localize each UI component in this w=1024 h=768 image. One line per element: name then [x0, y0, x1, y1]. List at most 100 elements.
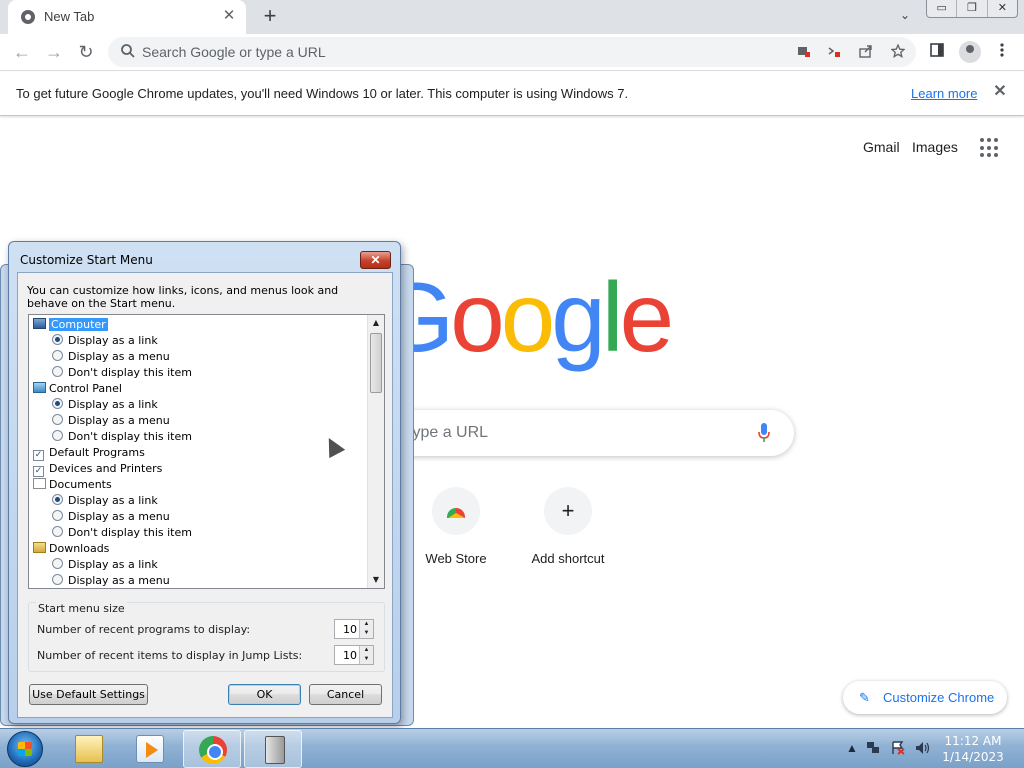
checkbox[interactable]: ✓ [33, 450, 44, 461]
side-panel-icon[interactable] [927, 42, 947, 62]
radio-button[interactable] [52, 574, 63, 585]
popup-blocked-icon[interactable] [826, 44, 842, 60]
minimize-button[interactable]: ▭ [927, 0, 956, 17]
tree-item-documents[interactable]: Documents [33, 477, 112, 493]
ntp-search-input[interactable] [408, 423, 738, 443]
radio-button[interactable] [52, 350, 63, 361]
jump-list-spinner[interactable]: ▲ ▼ [334, 645, 374, 665]
tree-checkbox-option[interactable]: ✓ Devices and Printers [33, 461, 162, 477]
start-button[interactable] [7, 731, 43, 767]
tree-radio-option[interactable]: Display as a link [52, 493, 158, 509]
menu-icon[interactable] [992, 42, 1012, 62]
tree-checkbox-option[interactable]: ✓ Default Programs [33, 445, 145, 461]
tree-item-label: Display as a link [68, 398, 158, 411]
recent-programs-input[interactable] [337, 622, 357, 636]
taskbar-explorer[interactable] [60, 730, 118, 768]
spin-down-icon[interactable]: ▼ [359, 655, 373, 664]
show-hidden-icons-icon[interactable]: ▲ [846, 741, 858, 755]
ok-button[interactable]: OK [228, 684, 301, 705]
tree-radio-option[interactable]: Don't display this item [52, 365, 192, 381]
checkbox[interactable]: ✓ [33, 466, 44, 477]
tab-new-tab[interactable]: New Tab ✕ [8, 0, 246, 34]
tree-scrollbar[interactable]: ▲ ▼ [367, 315, 384, 588]
web-store-icon [432, 487, 480, 535]
dialog-close-button[interactable]: ✕ [360, 251, 391, 269]
gmail-link[interactable]: Gmail [863, 139, 900, 155]
spin-up-icon[interactable]: ▲ [359, 620, 373, 629]
system-clock[interactable]: 11:12 AM 1/14/2023 [936, 733, 1010, 765]
radio-button[interactable] [52, 526, 63, 537]
tree-radio-option[interactable]: Display as a link [52, 333, 158, 349]
tree-item-downloads[interactable]: Downloads [33, 541, 109, 557]
camera-blocked-icon[interactable] [796, 44, 812, 60]
radio-button[interactable] [52, 398, 63, 409]
tree-radio-option[interactable]: Display as a menu [52, 509, 170, 525]
scroll-up-icon[interactable]: ▲ [368, 315, 384, 331]
taskbar-computer[interactable] [244, 730, 302, 768]
recent-programs-spinner[interactable]: ▲ ▼ [334, 619, 374, 639]
taskbar-chrome[interactable] [183, 730, 241, 768]
restore-button[interactable]: ❐ [956, 0, 986, 17]
shortcut-label: Web Store [425, 551, 487, 566]
documents-icon [33, 478, 46, 489]
tree-radio-option[interactable]: Don't display this item [52, 429, 192, 445]
profile-icon[interactable] [959, 41, 981, 63]
jump-list-input[interactable] [337, 648, 357, 662]
network-icon[interactable] [866, 741, 880, 758]
radio-button[interactable] [52, 510, 63, 521]
reload-button[interactable]: ↻ [74, 40, 98, 64]
radio-button[interactable] [52, 414, 63, 425]
forward-button[interactable]: → [42, 40, 66, 64]
volume-icon[interactable] [915, 741, 931, 758]
taskbar-media-player[interactable] [121, 730, 179, 768]
share-icon[interactable] [858, 44, 874, 60]
bookmark-star-icon[interactable] [890, 43, 906, 60]
infobar-close-icon[interactable]: ✕ [991, 83, 1009, 101]
tree-item-label: Display as a menu [68, 414, 170, 427]
tree-item-label: Display as a link [68, 558, 158, 571]
tab-title: New Tab [44, 9, 95, 24]
cancel-button[interactable]: Cancel [309, 684, 382, 705]
learn-more-link[interactable]: Learn more [911, 86, 977, 101]
omnibox-input[interactable] [142, 42, 762, 62]
tree-radio-option[interactable]: Don't display this item [52, 525, 192, 541]
tree-item-computer[interactable]: Computer [33, 317, 108, 333]
images-link[interactable]: Images [912, 139, 958, 155]
radio-button[interactable] [52, 334, 63, 345]
scroll-down-icon[interactable]: ▼ [368, 572, 384, 588]
tree-radio-option[interactable]: Display as a menu [52, 573, 170, 588]
back-button[interactable]: ← [10, 40, 34, 64]
tree-item-label: Default Programs [49, 446, 145, 459]
ntp-search-box[interactable] [380, 410, 794, 456]
logo-letter: g [551, 262, 605, 372]
tree-radio-option[interactable]: Display as a menu [52, 349, 170, 365]
customize-chrome-button[interactable]: ✎ Customize Chrome [843, 681, 1007, 714]
chrome-icon [199, 736, 227, 764]
shortcut-web-store[interactable]: Web Store [400, 487, 512, 577]
omnibox[interactable] [108, 37, 916, 67]
tree-item-control-panel[interactable]: Control Panel [33, 381, 122, 397]
radio-button[interactable] [52, 366, 63, 377]
use-default-settings-button[interactable]: Use Default Settings [29, 684, 148, 705]
action-center-flag-icon[interactable] [891, 741, 905, 758]
tree-item-label: Display as a menu [68, 510, 170, 523]
tree-radio-option[interactable]: Display as a menu [52, 413, 170, 429]
tree-radio-option[interactable]: Display as a link [52, 557, 158, 573]
radio-button[interactable] [52, 430, 63, 441]
tab-close-icon[interactable]: ✕ [220, 7, 238, 25]
spin-up-icon[interactable]: ▲ [359, 646, 373, 655]
shortcut-add[interactable]: + Add shortcut [512, 487, 624, 577]
spin-down-icon[interactable]: ▼ [359, 629, 373, 638]
new-tab-button[interactable]: + [258, 5, 282, 29]
radio-button[interactable] [52, 558, 63, 569]
dialog-title: Customize Start Menu [20, 253, 153, 267]
scroll-thumb[interactable] [370, 333, 382, 393]
tree-item-label: Display as a link [68, 334, 158, 347]
close-window-button[interactable]: ✕ [986, 0, 1017, 17]
tree-item-label: Display as a menu [68, 350, 170, 363]
tree-radio-option[interactable]: Display as a link [52, 397, 158, 413]
tab-search-icon[interactable]: ⌄ [896, 8, 914, 26]
google-apps-icon[interactable] [980, 138, 1000, 158]
voice-search-icon[interactable] [757, 422, 771, 444]
radio-button[interactable] [52, 494, 63, 505]
